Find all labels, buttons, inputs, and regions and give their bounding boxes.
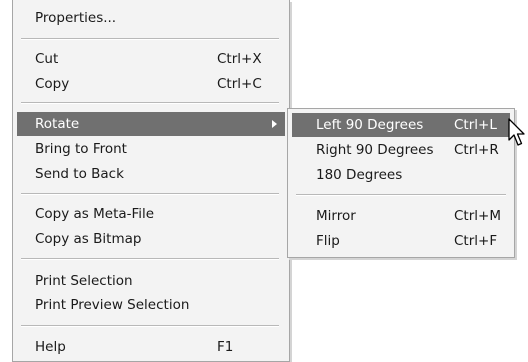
submenu-item-left-90-degrees[interactable]: Left 90 Degrees Ctrl+L xyxy=(292,113,510,137)
menu-item-shortcut: F1 xyxy=(217,339,234,355)
menu-item-shortcut: Ctrl+R xyxy=(454,142,499,158)
menu-item-cut[interactable]: Cut Ctrl+X xyxy=(17,47,285,71)
menu-item-bring-to-front[interactable]: Bring to Front xyxy=(17,137,285,161)
menu-item-label: Properties... xyxy=(35,10,117,26)
menu-item-print-selection[interactable]: Print Selection xyxy=(17,269,285,293)
menu-item-copy[interactable]: Copy Ctrl+C xyxy=(17,72,285,96)
chevron-right-icon xyxy=(272,120,277,128)
menu-item-label: Copy as Bitmap xyxy=(35,231,142,247)
menu-separator xyxy=(21,102,279,104)
menu-item-label: Bring to Front xyxy=(35,141,127,157)
menu-item-copy-as-bitmap[interactable]: Copy as Bitmap xyxy=(17,227,285,251)
menu-item-label: Help xyxy=(35,339,66,355)
submenu-item-180-degrees[interactable]: 180 Degrees xyxy=(292,163,510,187)
context-menu: Properties... Cut Ctrl+X Copy Ctrl+C Rot… xyxy=(12,0,290,362)
menu-separator xyxy=(21,325,279,327)
menu-item-label: Print Preview Selection xyxy=(35,297,190,313)
menu-item-send-to-back[interactable]: Send to Back xyxy=(17,162,285,186)
menu-item-print-preview-selection[interactable]: Print Preview Selection xyxy=(17,293,285,317)
menu-item-label: Rotate xyxy=(35,116,80,132)
rotate-submenu: Left 90 Degrees Ctrl+L Right 90 Degrees … xyxy=(287,108,515,258)
menu-item-label: 180 Degrees xyxy=(316,167,403,183)
menu-item-properties[interactable]: Properties... xyxy=(17,6,285,30)
menu-item-label: Cut xyxy=(35,51,59,67)
menu-item-label: Copy as Meta-File xyxy=(35,206,155,222)
menu-item-help[interactable]: Help F1 xyxy=(17,335,285,359)
menu-item-label: Flip xyxy=(316,233,340,249)
submenu-item-mirror[interactable]: Mirror Ctrl+M xyxy=(292,204,510,228)
menu-item-shortcut: Ctrl+L xyxy=(454,117,497,133)
menu-item-label: Copy xyxy=(35,76,70,92)
menu-separator xyxy=(296,194,506,196)
menu-separator xyxy=(21,193,279,195)
menu-item-shortcut: Ctrl+F xyxy=(454,233,498,249)
submenu-item-flip[interactable]: Flip Ctrl+F xyxy=(292,229,510,253)
menu-item-label: Left 90 Degrees xyxy=(316,117,424,133)
menu-separator xyxy=(21,38,279,40)
submenu-item-right-90-degrees[interactable]: Right 90 Degrees Ctrl+R xyxy=(292,138,510,162)
menu-item-label: Send to Back xyxy=(35,166,124,182)
menu-item-shortcut: Ctrl+X xyxy=(217,51,262,67)
menu-item-copy-as-meta-file[interactable]: Copy as Meta-File xyxy=(17,202,285,226)
menu-separator xyxy=(21,258,279,260)
menu-item-shortcut: Ctrl+M xyxy=(454,208,501,224)
mouse-pointer-icon xyxy=(508,118,525,146)
menu-item-shortcut: Ctrl+C xyxy=(217,76,262,92)
menu-item-label: Print Selection xyxy=(35,273,133,289)
menu-item-rotate[interactable]: Rotate xyxy=(17,112,285,136)
menu-item-label: Right 90 Degrees xyxy=(316,142,434,158)
menu-item-label: Mirror xyxy=(316,208,356,224)
